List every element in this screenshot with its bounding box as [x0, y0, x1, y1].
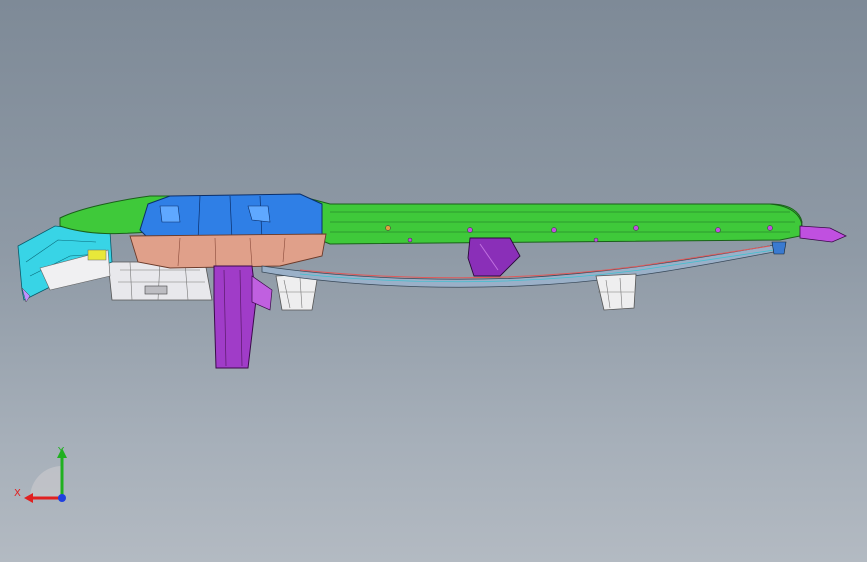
- x-axis-label: X: [14, 488, 21, 499]
- x-axis-arrowhead: [24, 493, 33, 503]
- z-axis-dot: [58, 494, 66, 502]
- triad-plane-icon: [30, 466, 62, 498]
- axis-triad: Y X: [14, 446, 67, 503]
- y-axis-label: Y: [57, 446, 65, 457]
- cad-viewport[interactable]: Y X: [0, 0, 867, 562]
